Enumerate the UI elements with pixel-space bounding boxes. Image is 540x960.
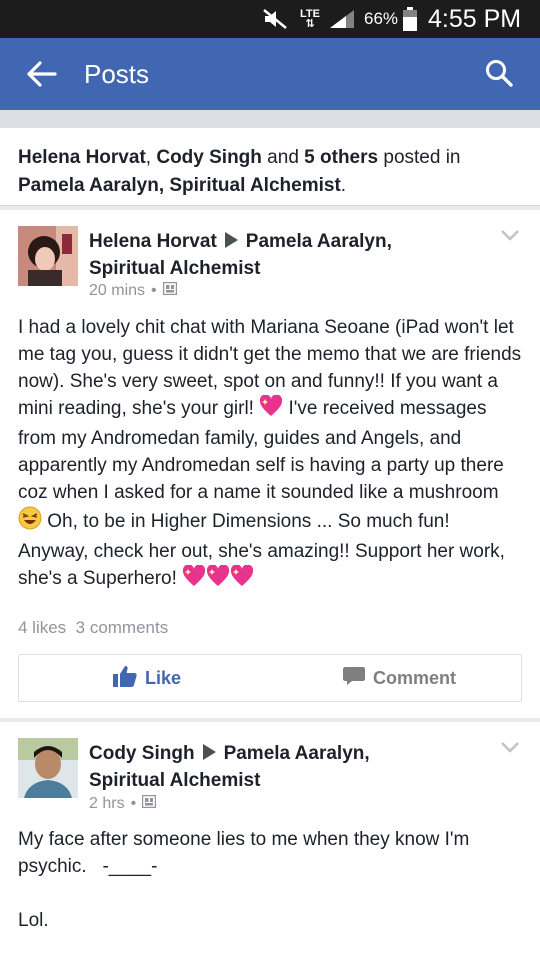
like-button[interactable]: Like [113, 655, 181, 701]
mute-icon [262, 0, 288, 38]
likes-count[interactable]: 4 likes [18, 618, 66, 637]
lte-indicator: LTE ⇅ [300, 0, 320, 38]
signal-icon [328, 0, 356, 38]
post-author[interactable]: Cody Singh [89, 743, 195, 764]
engagement-counts: 4 likes 3 comments [18, 618, 168, 638]
page-title: Posts [84, 59, 150, 89]
post-meta: 2 hrs • [89, 794, 157, 813]
post-author[interactable]: Helena Horvat [89, 231, 217, 252]
post-timestamp[interactable]: 20 mins [89, 282, 145, 300]
sparkling-heart-icon [259, 394, 283, 425]
arrow-right-icon [202, 744, 216, 760]
thumbs-up-icon [113, 665, 137, 692]
post-text-line-1: My face after someone lies to me when th… [18, 829, 475, 877]
status-bar: LTE ⇅ 66% 4:55 PM [0, 0, 540, 38]
post-text-line-2: Lol. [18, 910, 49, 931]
clock: 4:55 PM [428, 4, 522, 33]
post-timestamp[interactable]: 2 hrs [89, 795, 125, 813]
comments-count[interactable]: 3 comments [76, 618, 169, 637]
post-actions: Like Comment [18, 654, 522, 702]
summary-and: and [261, 147, 305, 168]
comment-bubble-icon [343, 666, 365, 691]
meta-dot: • [151, 282, 157, 299]
post-target[interactable]: Pamela Aaralyn, [224, 743, 370, 764]
avatar[interactable] [18, 226, 78, 286]
summary-sep: , [145, 147, 157, 168]
post-card: Cody Singh Pamela Aaralyn, Spiritual Alch… [0, 722, 540, 960]
summary-others[interactable]: 5 others [304, 147, 378, 168]
group-members-icon [162, 281, 177, 300]
post-header: Cody Singh Pamela Aaralyn, Spiritual Alch… [89, 740, 370, 794]
group-members-icon [141, 794, 157, 813]
post-text: My face after someone lies to me when th… [18, 826, 522, 934]
post-target-line2[interactable]: Spiritual Alchemist [89, 258, 260, 279]
meta-dot: • [130, 795, 137, 812]
arrow-right-icon [224, 232, 238, 248]
post-card: Helena Horvat Pamela Aaralyn, Spiritual A… [0, 210, 540, 718]
battery-percent: 66% [364, 9, 399, 28]
data-arrows-icon: ⇅ [305, 18, 315, 30]
post-target-line2[interactable]: Spiritual Alchemist [89, 770, 260, 791]
posts-summary: Helena Horvat, Cody Singh and 5 others p… [0, 128, 540, 206]
post-target[interactable]: Pamela Aaralyn, [246, 231, 392, 252]
post-text-part-3: Oh, to be in Higher Dimensions ... So mu… [18, 511, 505, 589]
post-text: I had a lovely chit chat with Mariana Se… [18, 314, 522, 595]
like-label: Like [145, 667, 182, 688]
comment-label: Comment [373, 667, 457, 688]
summary-posted-in: posted in [378, 147, 461, 168]
battery-icon [402, 0, 418, 38]
chevron-down-icon[interactable] [500, 228, 520, 242]
post-header: Helena Horvat Pamela Aaralyn, Spiritual A… [89, 228, 392, 282]
search-icon[interactable] [484, 58, 514, 88]
laughing-face-icon [18, 506, 42, 538]
back-arrow-icon[interactable] [26, 60, 58, 88]
feed-divider [0, 110, 540, 128]
summary-name-2[interactable]: Cody Singh [156, 147, 262, 168]
chevron-down-icon[interactable] [500, 740, 520, 754]
app-bar: Posts [0, 38, 540, 110]
post-meta: 20 mins • [89, 281, 177, 300]
summary-group-link[interactable]: Pamela Aaralyn, Spiritual Alchemist [18, 175, 341, 196]
summary-period: . [340, 175, 347, 196]
sparkling-heart-icon [182, 564, 254, 595]
avatar[interactable] [18, 738, 78, 798]
comment-button[interactable]: Comment [343, 655, 456, 701]
summary-name-1[interactable]: Helena Horvat [18, 147, 146, 168]
